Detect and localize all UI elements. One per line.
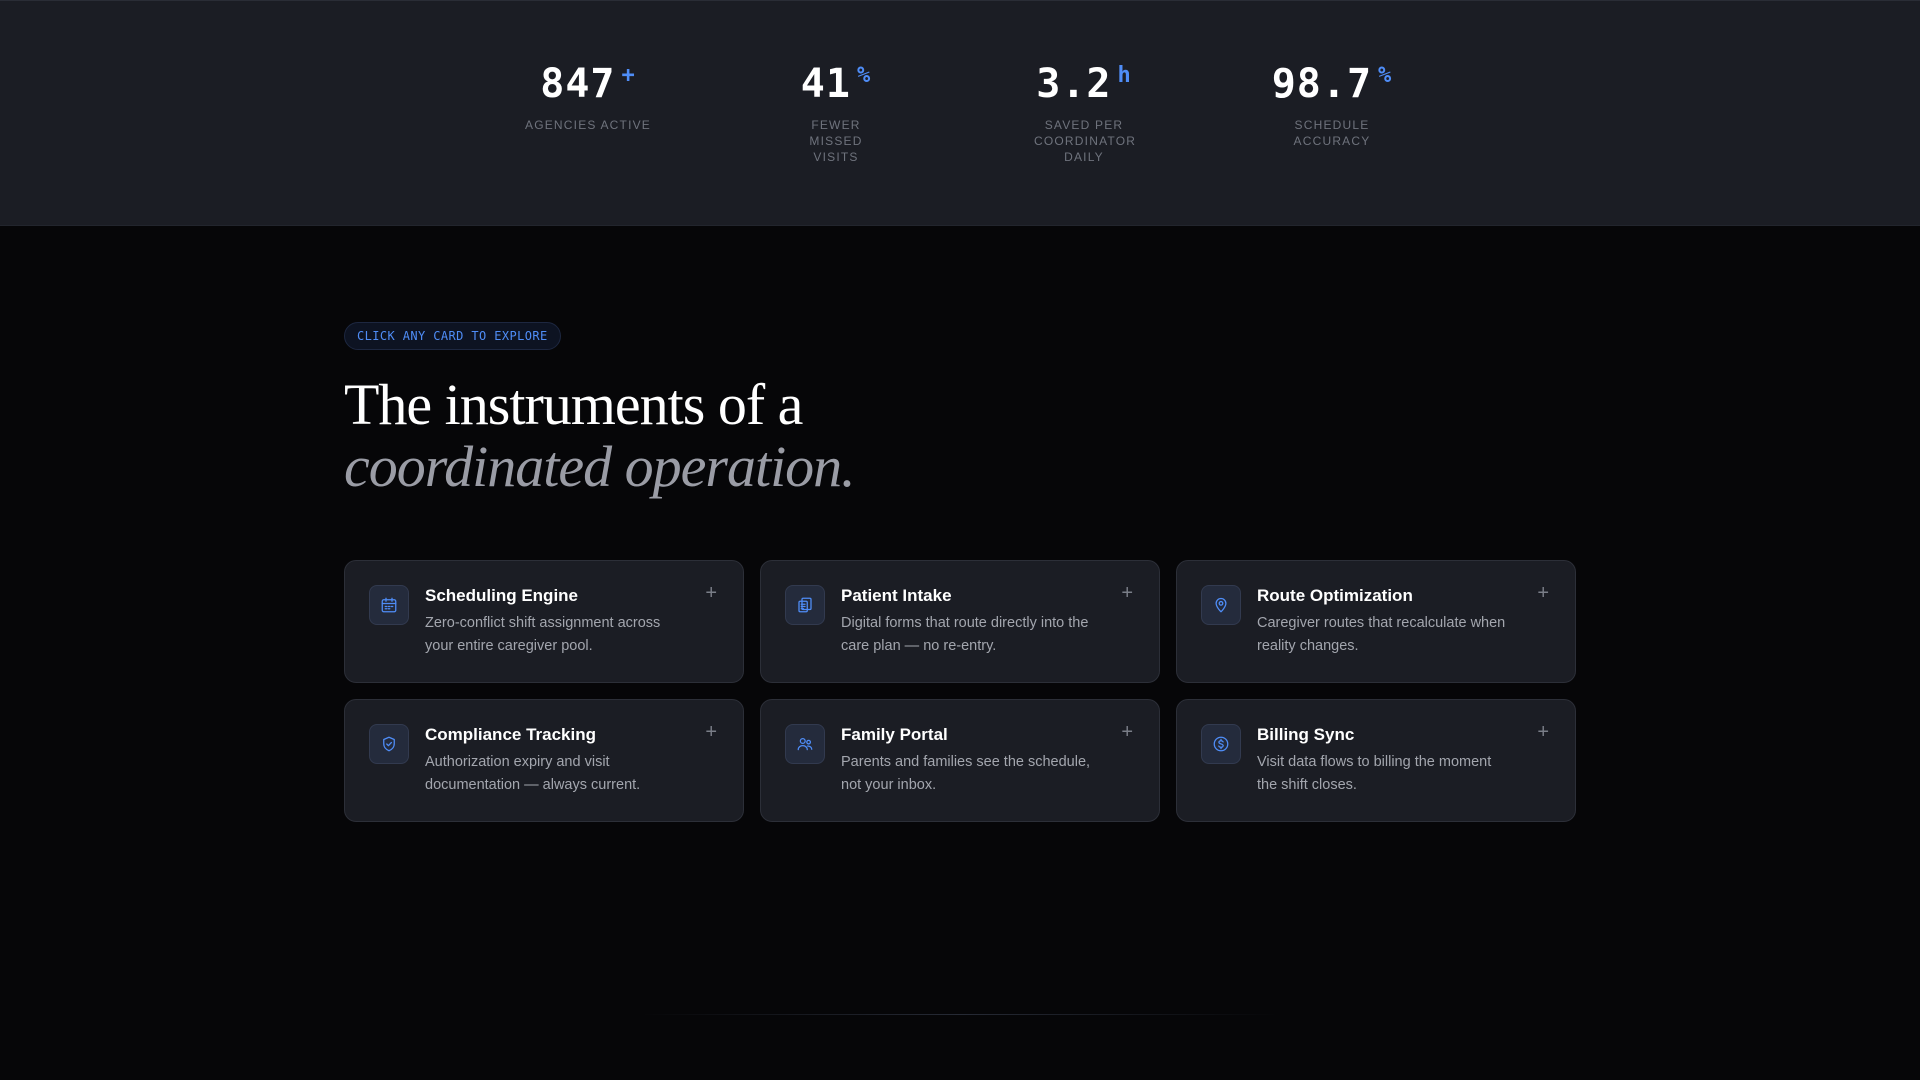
- stat-suffix: h: [1117, 63, 1132, 88]
- stat-missed-visits: 41% Fewer missed visits: [756, 61, 916, 165]
- stat-value: 3.2: [1036, 61, 1112, 107]
- card-description: Zero-conflict shift assignment across yo…: [425, 615, 661, 654]
- card-title: Patient Intake: [841, 586, 952, 605]
- card-title: Scheduling Engine: [425, 586, 579, 605]
- stat-label: Agencies Active: [524, 118, 652, 132]
- card-description: Caregiver routes that recalculate when r…: [1257, 615, 1506, 654]
- stat-label: Fewer missed visits: [809, 118, 863, 164]
- card-description: Parents and families see the schedule, n…: [841, 754, 1091, 793]
- users-icon: [785, 724, 825, 764]
- features-header: CLICK ANY CARD TO EXPLORE The instrument…: [344, 322, 1576, 498]
- stat-suffix: %: [856, 63, 872, 88]
- card-billing-sync[interactable]: Billing Sync Visit data flows to billing…: [1176, 699, 1576, 822]
- card-description: Digital forms that route directly into t…: [841, 615, 1089, 654]
- section-divider: [640, 1014, 1280, 1015]
- card-description: Visit data flows to billing the moment t…: [1257, 754, 1492, 793]
- dollar-icon: [1201, 724, 1241, 764]
- expand-plus-icon[interactable]: +: [705, 722, 717, 742]
- expand-plus-icon[interactable]: +: [1537, 722, 1549, 742]
- stat-agencies: 847 + Agencies Active: [508, 61, 668, 133]
- card-title: Route Optimization: [1257, 586, 1413, 605]
- explore-pill: CLICK ANY CARD TO EXPLORE: [344, 322, 561, 350]
- expand-plus-icon[interactable]: +: [1121, 583, 1133, 603]
- card-patient-intake[interactable]: Patient Intake Digital forms that route …: [760, 560, 1160, 683]
- stat-label: Schedule accuracy: [1293, 118, 1371, 148]
- stat-hours-saved: 3.2 h Saved per coordinator daily: [1004, 61, 1164, 165]
- feature-grid: Scheduling Engine Zero-conflict shift as…: [344, 560, 1576, 822]
- card-family-portal[interactable]: Family Portal Parents and families see t…: [760, 699, 1160, 822]
- clipboard-icon: [785, 585, 825, 625]
- card-title: Compliance Tracking: [425, 725, 596, 744]
- stat-suffix: %: [1378, 63, 1393, 88]
- expand-plus-icon[interactable]: +: [705, 583, 717, 603]
- card-title: Billing Sync: [1257, 725, 1355, 744]
- expand-plus-icon[interactable]: +: [1121, 722, 1133, 742]
- stat-value: 847: [540, 61, 616, 107]
- card-route-optimization[interactable]: Route Optimization Caregiver routes that…: [1176, 560, 1576, 683]
- stats-band: 847 + Agencies Active 41% Fewer missed vi…: [0, 0, 1920, 226]
- card-title: Family Portal: [841, 725, 948, 744]
- map-pin-icon: [1201, 585, 1241, 625]
- stat-label: Saved per coordinator daily: [1034, 118, 1137, 164]
- shield-check-icon: [369, 724, 409, 764]
- stat-suffix: +: [621, 63, 636, 88]
- calendar-icon: [369, 585, 409, 625]
- stat-schedule-accuracy: 98.7% Schedule accuracy: [1252, 61, 1412, 149]
- card-compliance-tracking[interactable]: Compliance Tracking Authorization expiry…: [344, 699, 744, 822]
- heading-line-1: The instruments of a: [344, 372, 803, 437]
- stat-value: 41: [800, 61, 851, 107]
- card-scheduling-engine[interactable]: Scheduling Engine Zero-conflict shift as…: [344, 560, 744, 683]
- section-heading: The instruments of a coordinated operati…: [344, 374, 1576, 498]
- stat-value: 98.7: [1271, 61, 1373, 107]
- card-description: Authorization expiry and visit documenta…: [425, 754, 641, 793]
- heading-line-2: coordinated operation.: [344, 434, 856, 499]
- expand-plus-icon[interactable]: +: [1537, 583, 1549, 603]
